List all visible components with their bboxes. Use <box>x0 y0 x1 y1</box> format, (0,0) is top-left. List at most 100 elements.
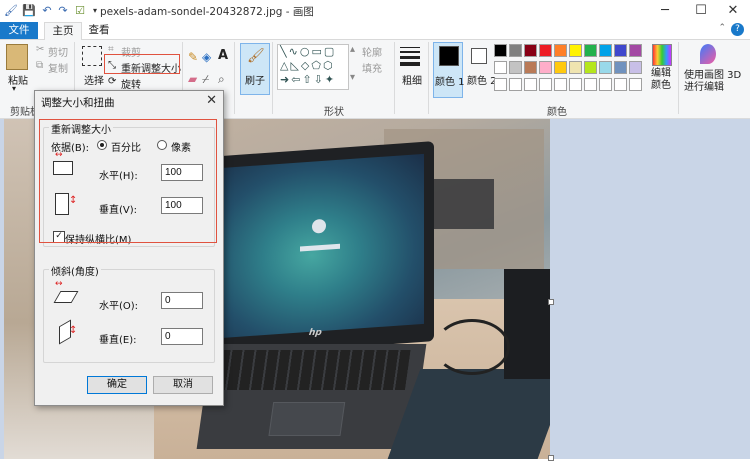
shapes-row-2[interactable]: △◺◇⬠⬡ <box>280 59 335 72</box>
palette-swatch[interactable] <box>569 61 582 74</box>
percent-radio[interactable] <box>97 140 107 150</box>
save-icon[interactable]: 💾 <box>22 4 36 18</box>
palette-swatch[interactable] <box>509 78 522 91</box>
cancel-button[interactable]: 取消 <box>153 376 213 394</box>
palette-swatch[interactable] <box>614 61 627 74</box>
tab-view[interactable]: 查看 <box>84 22 114 39</box>
shapes-scroll-up-icon[interactable]: ▴ <box>350 44 355 55</box>
divider <box>394 42 395 114</box>
keep-ratio-label[interactable]: 保持纵横比(M) <box>65 231 131 246</box>
title-bar: 🖌 💾 ↶ ↷ ☑ ▾ pexels-adam-sondel-20432872.… <box>0 0 750 23</box>
cut-button[interactable]: 剪切 <box>48 44 68 59</box>
palette-swatch[interactable] <box>614 78 627 91</box>
edit-colors-button[interactable]: 编辑颜色 <box>651 68 673 92</box>
keep-ratio-checkbox[interactable]: ✓ <box>53 231 65 243</box>
palette-swatch[interactable] <box>539 61 552 74</box>
select-button[interactable]: 选择 <box>84 72 104 87</box>
edit-colors-icon[interactable] <box>652 44 672 66</box>
vertical-input[interactable] <box>161 197 203 214</box>
palette-swatch[interactable] <box>509 44 522 57</box>
help-icon[interactable]: ? <box>731 23 744 36</box>
check-icon[interactable]: ☑ <box>73 4 87 18</box>
palette-swatch[interactable] <box>539 44 552 57</box>
skew-v-input[interactable] <box>161 328 203 345</box>
palette-swatch[interactable] <box>629 44 642 57</box>
size-icon[interactable] <box>400 46 420 66</box>
color-picker-icon[interactable]: ⌿ <box>202 72 209 87</box>
undo-icon[interactable]: ↶ <box>40 4 54 18</box>
text-icon[interactable]: A <box>218 48 228 63</box>
collapse-ribbon-icon[interactable]: ⌃ <box>718 23 726 33</box>
resize-icon: ⤡ <box>108 60 116 71</box>
palette-swatch[interactable] <box>539 78 552 91</box>
palette-swatch[interactable] <box>599 78 612 91</box>
palette-swatch[interactable] <box>524 78 537 91</box>
maximize-button[interactable]: ☐ <box>684 0 718 22</box>
palette-swatch[interactable] <box>569 44 582 57</box>
palette-swatch[interactable] <box>524 61 537 74</box>
rotate-button[interactable]: 旋转 <box>121 76 141 91</box>
magnifier-icon[interactable]: ⌕ <box>218 72 225 87</box>
crop-button[interactable]: 裁剪 <box>121 44 141 59</box>
color1-button[interactable]: 颜色 1 <box>433 42 465 98</box>
palette-swatch[interactable] <box>554 44 567 57</box>
percent-label[interactable]: 百分比 <box>111 139 141 154</box>
palette-swatch[interactable] <box>494 44 507 57</box>
palette-swatch[interactable] <box>524 44 537 57</box>
paste-icon[interactable] <box>6 44 28 70</box>
paint3d-button[interactable]: 使用画图 3D 进行编辑 <box>684 70 746 94</box>
vertical-resize-icon <box>55 193 69 215</box>
paint3d-icon[interactable] <box>700 44 716 64</box>
user-avatar <box>312 218 326 234</box>
paste-dropdown-icon[interactable]: ▾ <box>12 84 16 93</box>
palette-swatch[interactable] <box>599 61 612 74</box>
pixels-radio[interactable] <box>157 140 167 150</box>
palette-swatch[interactable] <box>599 44 612 57</box>
vertical-arrow-icon: ↕ <box>69 195 78 206</box>
palette-swatch[interactable] <box>509 61 522 74</box>
color2-button[interactable]: 颜色 2 <box>466 42 497 96</box>
palette-swatch[interactable] <box>629 61 642 74</box>
shapes-more-icon[interactable]: ▾ <box>350 72 355 83</box>
palette-swatch[interactable] <box>614 44 627 57</box>
resize-handle-right[interactable] <box>548 299 554 305</box>
palette-swatch[interactable] <box>569 78 582 91</box>
pencil-icon[interactable]: ✎ <box>188 50 198 64</box>
palette-swatch[interactable] <box>554 78 567 91</box>
select-icon[interactable] <box>82 46 102 66</box>
skew-h-input[interactable] <box>161 292 203 309</box>
resize-handle-corner[interactable] <box>548 455 554 461</box>
palette-swatch[interactable] <box>554 61 567 74</box>
pixels-label[interactable]: 像素 <box>171 139 191 154</box>
skew-group-label: 倾斜(角度) <box>49 263 101 278</box>
size-button[interactable]: 粗细 <box>402 72 422 87</box>
eraser-icon[interactable]: ▰ <box>188 72 197 86</box>
paste-button[interactable]: 粘贴 <box>8 72 28 87</box>
tab-home[interactable]: 主页 <box>44 22 82 40</box>
close-button[interactable]: ✕ <box>716 0 750 22</box>
redo-icon[interactable]: ↷ <box>56 4 70 18</box>
tab-file[interactable]: 文件 <box>0 22 38 39</box>
minimize-button[interactable]: ─ <box>648 0 682 22</box>
palette-swatch[interactable] <box>494 61 507 74</box>
palette-swatch[interactable] <box>494 78 507 91</box>
password-field <box>300 243 340 252</box>
copy-button[interactable]: 复制 <box>48 60 68 75</box>
dialog-close-icon[interactable]: ✕ <box>206 93 217 108</box>
horizontal-input[interactable] <box>161 164 203 181</box>
shapes-row-1[interactable]: ╲∿○▭▢ <box>280 45 336 58</box>
color1-label: 颜色 1 <box>435 77 465 88</box>
palette-swatch[interactable] <box>629 78 642 91</box>
palette-swatch[interactable] <box>584 78 597 91</box>
ok-button[interactable]: 确定 <box>87 376 147 394</box>
palette-swatch[interactable] <box>584 44 597 57</box>
palette-swatch[interactable] <box>584 61 597 74</box>
fill-button[interactable]: 填充 <box>362 60 382 75</box>
fill-icon[interactable]: ◈ <box>202 50 211 64</box>
color2-swatch <box>471 48 487 64</box>
outline-button[interactable]: 轮廓 <box>362 44 382 59</box>
resize-button[interactable]: 重新调整大小 <box>121 60 181 75</box>
shapes-gallery[interactable]: ╲∿○▭▢ △◺◇⬠⬡ ➜⇦⇧⇩✦ <box>277 44 349 90</box>
brushes-button[interactable]: 🖌 刷子 <box>240 43 270 95</box>
shapes-row-3[interactable]: ➜⇦⇧⇩✦ <box>280 73 336 86</box>
